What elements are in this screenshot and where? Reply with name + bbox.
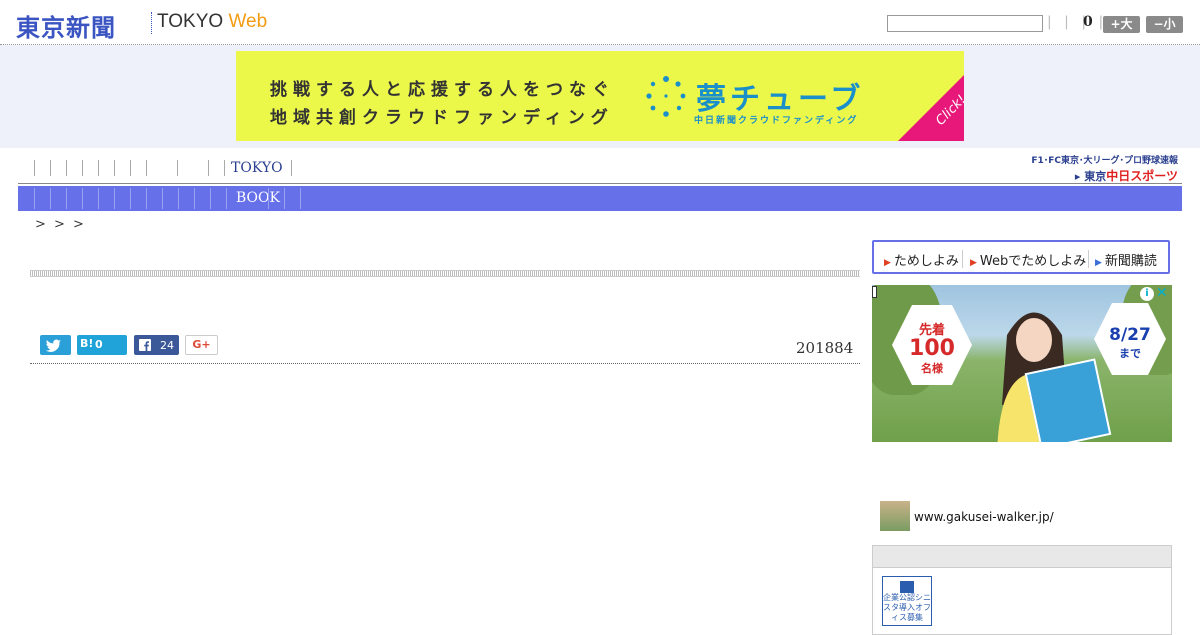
subnav-item[interactable] xyxy=(178,188,179,209)
sidebar-advertisement[interactable]: 先着 100 名様 8/27 まで i ✕ xyxy=(872,285,1172,442)
nav-item[interactable] xyxy=(177,160,178,176)
nav-item[interactable] xyxy=(208,160,209,176)
nav-item[interactable] xyxy=(130,160,131,176)
chunichi-name: 中日スポーツ xyxy=(1106,169,1178,183)
subnav-item[interactable] xyxy=(300,188,301,209)
subscribe-separator xyxy=(1088,250,1089,268)
chunichi-logo: ▸ 東京中日スポーツ xyxy=(1074,169,1178,183)
logo-divider xyxy=(151,12,152,34)
header-links[interactable]: | | | | xyxy=(1047,14,1107,30)
subnav-item[interactable] xyxy=(210,188,211,209)
hatena-count: 0 xyxy=(95,338,103,351)
subnav-item[interactable] xyxy=(82,188,83,209)
ad-close-icon[interactable]: ✕ xyxy=(1156,285,1168,301)
twitter-icon xyxy=(45,339,61,352)
arrow-right-icon: ▶ xyxy=(884,258,891,268)
header-count: 0 xyxy=(1083,14,1093,30)
subnav-item[interactable] xyxy=(114,188,115,209)
arrow-right-icon: ▶ xyxy=(1095,258,1102,268)
tokyo-shimbun-logo[interactable]: 東京新聞 xyxy=(16,8,116,43)
subnav-item[interactable] xyxy=(226,188,227,209)
ad-info-icon[interactable]: i xyxy=(1140,287,1154,301)
ad-deadline-suffix: まで xyxy=(1119,347,1141,360)
nav-item[interactable] xyxy=(224,160,225,176)
nav-item[interactable] xyxy=(146,160,147,176)
facebook-count: 24 xyxy=(160,339,174,352)
banner-brand: 夢チューブ xyxy=(696,82,865,117)
subscribe-paper-label: 新聞購読 xyxy=(1104,254,1157,269)
subnav-item[interactable] xyxy=(50,188,51,209)
logo-en-web: Web xyxy=(228,11,268,32)
subnav-item[interactable] xyxy=(34,188,35,209)
yume-tube-banner[interactable]: 挑戦する人と応援する人をつなぐ 地域共創クラウドファンディング 夢チューブ 中日… xyxy=(236,51,964,141)
hatena-bookmark-button[interactable]: B! 0 xyxy=(77,335,127,355)
main-nav: TOKYO xyxy=(34,160,307,178)
ad-badge-number: 100 xyxy=(909,336,955,361)
ad-marker xyxy=(872,286,877,298)
sinista-logo-icon xyxy=(900,581,914,593)
subscribe-separator xyxy=(962,250,963,268)
chunichi-sports-link[interactable]: F1･FC東京･大リーグ･プロ野球速報 ▸ 東京中日スポーツ xyxy=(1022,153,1178,184)
subnav-item[interactable] xyxy=(146,188,147,209)
gakusei-walker-thumbnail[interactable] xyxy=(880,501,910,531)
sidebar-panel-header xyxy=(873,546,1171,568)
google-plus-share-button[interactable]: G+ xyxy=(185,335,218,355)
font-size-small-button[interactable]: −小 xyxy=(1146,16,1183,33)
nav-divider xyxy=(18,183,1182,184)
subscribe-web-trial-label: Webでためしよみ xyxy=(979,254,1087,269)
breadcrumb[interactable]: > > > xyxy=(35,217,86,232)
nav-item[interactable] xyxy=(34,160,35,176)
subnav-item[interactable] xyxy=(284,188,285,209)
nav-item-tokyo[interactable]: TOKYO xyxy=(231,160,283,176)
subnav-item-book[interactable]: BOOK xyxy=(236,190,280,206)
chunichi-tagline: F1･FC東京･大リーグ･プロ野球速報 xyxy=(1031,156,1178,166)
yume-tube-dots-icon xyxy=(646,76,686,117)
article-date: 201884 xyxy=(796,339,854,357)
chunichi-prefix: 東京 xyxy=(1084,170,1107,183)
nav-item[interactable] xyxy=(66,160,67,176)
ad-product-image xyxy=(1024,358,1112,442)
nav-item[interactable] xyxy=(98,160,99,176)
sinista-badge-text: 企業公認シニスタ導入オフィス募集 xyxy=(883,593,931,622)
sinista-office-badge[interactable]: 企業公認シニスタ導入オフィス募集 xyxy=(882,576,932,626)
gakusei-walker-link[interactable]: www.gakusei-walker.jp/ xyxy=(914,510,1054,524)
logo-en-main: TOKYO xyxy=(157,11,224,32)
subscribe-paper-link[interactable]: ▶ 新聞購読 xyxy=(1095,250,1157,269)
facebook-share-button[interactable]: 24 xyxy=(134,335,179,355)
subscribe-trial-link[interactable]: ▶ ためしよみ xyxy=(884,250,959,269)
banner-brand-sub: 中日新聞クラウドファンディング xyxy=(694,116,859,126)
arrow-right-icon: ▶ xyxy=(970,258,977,268)
subnav-item[interactable] xyxy=(130,188,131,209)
subnav-item[interactable] xyxy=(162,188,163,209)
banner-line-1: 挑戦する人と応援する人をつなぐ xyxy=(270,80,615,100)
twitter-share-button[interactable] xyxy=(40,335,71,355)
font-size-large-button[interactable]: +大 xyxy=(1103,16,1140,33)
subnav-item[interactable] xyxy=(268,188,269,209)
subnav-item[interactable] xyxy=(66,188,67,209)
nav-item[interactable] xyxy=(114,160,115,176)
nav-item[interactable] xyxy=(82,160,83,176)
hatena-icon: B! xyxy=(80,337,94,350)
subnav-item[interactable] xyxy=(194,188,195,209)
subscribe-trial-label: ためしよみ xyxy=(893,254,959,269)
tokyo-web-logo[interactable]: TOKYO Web xyxy=(157,11,267,33)
nav-item[interactable] xyxy=(290,160,292,176)
article-divider xyxy=(30,363,860,364)
search-input[interactable] xyxy=(887,15,1043,32)
sub-nav: BOOK xyxy=(18,186,1182,211)
banner-line-2: 地域共創クラウドファンディング xyxy=(270,108,614,128)
article-title-rule xyxy=(30,270,860,277)
banner-click-corner[interactable]: Click! xyxy=(898,75,964,141)
facebook-icon xyxy=(139,339,151,351)
subscribe-web-trial-link[interactable]: ▶ Webでためしよみ xyxy=(970,250,1086,269)
nav-item[interactable] xyxy=(50,160,51,176)
subscription-box: ▶ ためしよみ ▶ Webでためしよみ ▶ 新聞購読 xyxy=(872,240,1170,274)
subnav-item[interactable] xyxy=(98,188,99,209)
ad-deadline-date: 8/27 xyxy=(1109,325,1151,345)
